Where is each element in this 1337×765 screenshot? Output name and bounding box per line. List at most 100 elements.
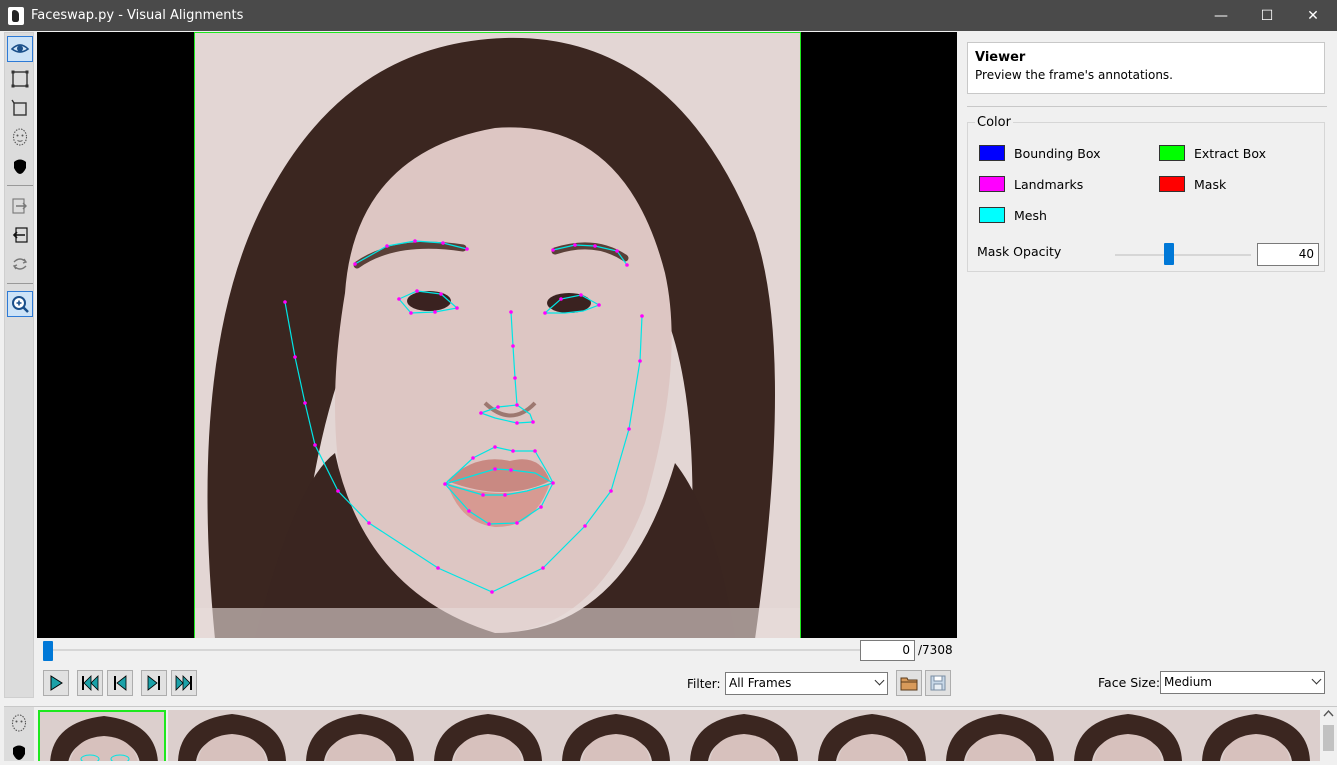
skip-to-start-icon xyxy=(82,675,99,691)
chevron-down-icon xyxy=(1311,674,1322,685)
landmarks-color-swatch[interactable] xyxy=(979,176,1005,192)
extract-box-color-swatch[interactable] xyxy=(1159,145,1185,161)
frame-slider-row: 0 /7308 xyxy=(37,638,957,664)
chevron-down-icon xyxy=(874,675,885,686)
mask-color-item: Mask xyxy=(1159,176,1226,192)
mask-icon xyxy=(14,159,26,174)
maximize-button[interactable]: ☐ xyxy=(1244,0,1290,31)
toolbar-separator xyxy=(7,185,33,186)
frame-number-input[interactable]: 0 xyxy=(860,640,915,661)
bounding-box-color-item: Bounding Box xyxy=(979,145,1101,161)
face-size-select[interactable]: Medium xyxy=(1160,671,1325,694)
extract-box-color-label: Extract Box xyxy=(1194,145,1266,161)
extract-box-tool-button[interactable] xyxy=(7,95,33,121)
title-bar: Faceswap.py - Visual Alignments xyxy=(0,0,1337,31)
zoom-tool-button[interactable] xyxy=(7,291,33,317)
frame-slider-track[interactable] xyxy=(45,649,860,651)
mask-icon xyxy=(13,745,25,760)
filter-label: Filter: xyxy=(687,677,721,691)
filter-select[interactable]: All Frames xyxy=(725,672,888,695)
editor-toolbar xyxy=(4,32,34,698)
navigation-row: Filter: All Frames xyxy=(37,668,957,700)
filmstrip-mask-button[interactable] xyxy=(6,739,32,765)
faceswap-app-icon xyxy=(8,6,24,25)
filmstrip-landmarks-button[interactable] xyxy=(6,710,32,736)
copy-next-icon xyxy=(12,198,27,214)
landmarks-icon xyxy=(11,714,27,732)
next-frame-button[interactable] xyxy=(141,670,167,696)
landmarks-color-item: Landmarks xyxy=(979,176,1083,192)
filmstrip-scrollbar[interactable] xyxy=(1320,707,1337,761)
step-forward-icon xyxy=(147,675,160,691)
frame-canvas[interactable] xyxy=(37,32,957,638)
viewer-info-box: Viewer Preview the frame's annotations. xyxy=(967,42,1325,94)
zoom-icon xyxy=(12,296,29,313)
copy-prev-button[interactable] xyxy=(7,222,33,248)
face-thumbnail[interactable] xyxy=(38,710,166,761)
face-frame[interactable] xyxy=(194,32,801,638)
view-tool-button[interactable] xyxy=(7,36,33,62)
frame-total-label: /7308 xyxy=(918,643,953,657)
face-thumbnail[interactable] xyxy=(1192,710,1320,761)
right-panel: Viewer Preview the frame's annotations. … xyxy=(967,32,1327,702)
face-filmstrip xyxy=(4,706,1337,761)
viewer-title: Viewer xyxy=(975,50,1026,65)
face-thumbnail[interactable] xyxy=(808,710,936,761)
close-button[interactable]: ✕ xyxy=(1290,0,1336,31)
face-size-select-value: Medium xyxy=(1164,675,1212,689)
face-thumbnail[interactable] xyxy=(296,710,424,761)
scroll-up-icon xyxy=(1323,709,1334,717)
mask-opacity-input[interactable]: 40 xyxy=(1257,243,1319,266)
revert-icon xyxy=(12,258,28,270)
face-thumbnail[interactable] xyxy=(680,710,808,761)
folder-icon xyxy=(900,677,918,691)
previous-frame-button[interactable] xyxy=(107,670,133,696)
bounding-box-tool-button[interactable] xyxy=(7,66,33,92)
mask-opacity-track[interactable] xyxy=(1115,254,1251,256)
face-thumbnail[interactable] xyxy=(168,710,296,761)
mask-opacity-label: Mask Opacity xyxy=(977,244,1062,259)
extract-box-color-item: Extract Box xyxy=(1159,145,1266,161)
viewer-description: Preview the frame's annotations. xyxy=(975,68,1173,82)
save-button[interactable] xyxy=(925,670,951,696)
face-thumbnail[interactable] xyxy=(424,710,552,761)
window-title: Faceswap.py - Visual Alignments xyxy=(31,8,244,23)
landmarks-icon xyxy=(12,128,28,146)
filmstrip-toolbar xyxy=(4,707,34,761)
bounding-box-color-swatch[interactable] xyxy=(979,145,1005,161)
extract-box-icon xyxy=(11,99,27,116)
filmstrip-scroll-thumb[interactable] xyxy=(1323,725,1334,751)
play-button[interactable] xyxy=(43,670,69,696)
face-thumbnail[interactable] xyxy=(936,710,1064,761)
filter-select-value: All Frames xyxy=(729,676,792,690)
save-icon xyxy=(930,675,946,691)
minimize-button[interactable]: — xyxy=(1198,0,1244,31)
mask-tool-button[interactable] xyxy=(7,153,33,179)
mesh-color-label: Mesh xyxy=(1014,207,1047,223)
landmarks-color-label: Landmarks xyxy=(1014,176,1084,192)
mask-opacity-thumb[interactable] xyxy=(1164,243,1174,265)
revert-button[interactable] xyxy=(7,251,33,277)
panel-separator xyxy=(967,106,1327,107)
color-group-label: Color xyxy=(975,115,1013,130)
eye-icon xyxy=(10,44,30,53)
color-group: Color Bounding Box Extract Box Landmarks… xyxy=(967,115,1325,272)
last-frame-button[interactable] xyxy=(171,670,197,696)
mask-color-swatch[interactable] xyxy=(1159,176,1185,192)
frame-slider-thumb[interactable] xyxy=(43,641,53,661)
toolbar-separator xyxy=(7,283,33,284)
mesh-color-item: Mesh xyxy=(979,207,1047,223)
landmarks-tool-button[interactable] xyxy=(7,124,33,150)
bounding-box-color-label: Bounding Box xyxy=(1014,145,1101,161)
play-icon xyxy=(50,675,63,691)
face-size-label: Face Size: xyxy=(1098,675,1161,690)
mesh-color-swatch[interactable] xyxy=(979,207,1005,223)
face-thumbnail[interactable] xyxy=(1064,710,1192,761)
first-frame-button[interactable] xyxy=(77,670,103,696)
copy-next-button[interactable] xyxy=(7,193,33,219)
bounding-box-icon xyxy=(11,70,29,88)
face-image xyxy=(195,33,800,638)
skip-to-end-icon xyxy=(175,675,192,691)
face-thumbnail[interactable] xyxy=(552,710,680,761)
open-folder-button[interactable] xyxy=(896,670,922,696)
